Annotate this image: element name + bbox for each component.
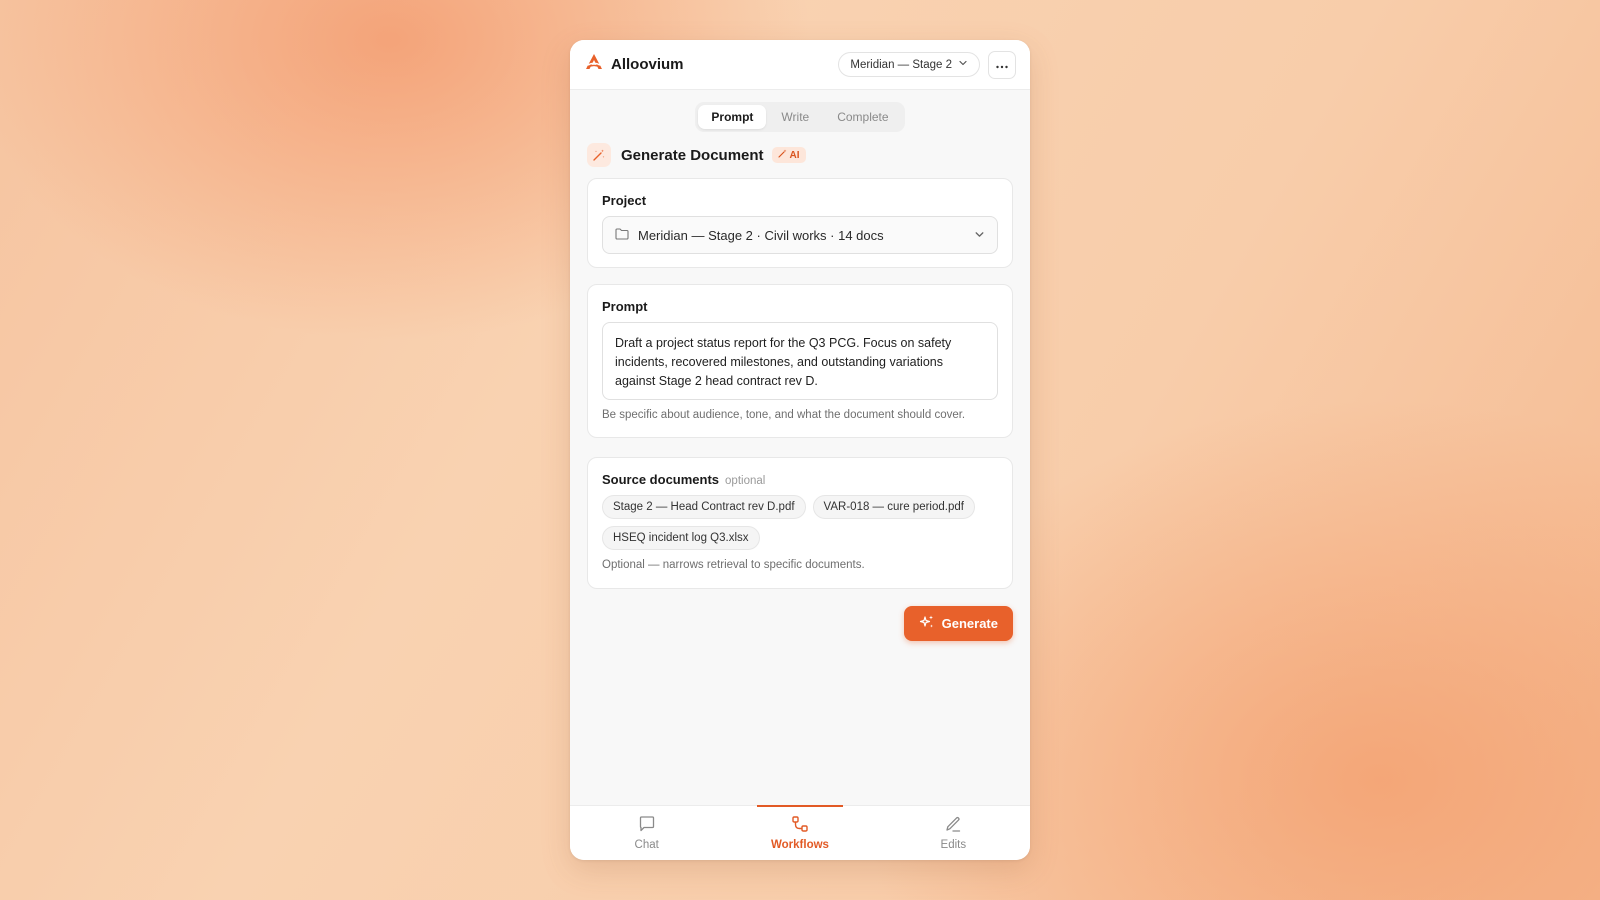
project-card: Project Meridian — Stage 2 · Civil works…	[587, 178, 1013, 268]
page-title: Generate Document	[621, 146, 764, 164]
chevron-down-icon	[974, 228, 985, 243]
nav-label-chat: Chat	[634, 839, 659, 851]
tab-complete[interactable]: Complete	[824, 105, 901, 129]
project-selector-label: Meridian — Stage 2	[850, 58, 952, 71]
source-chips: Stage 2 — Head Contract rev D.pdf VAR-01…	[602, 495, 992, 550]
ai-badge-label: AI	[789, 149, 800, 161]
project-dropdown[interactable]: Meridian — Stage 2 · Civil works · 14 do…	[602, 216, 998, 254]
folder-icon	[615, 227, 629, 243]
more-icon	[995, 56, 1009, 74]
chevron-down-icon	[958, 58, 968, 71]
prompt-textarea[interactable]: Draft a project status report for the Q3…	[602, 322, 998, 400]
optional-tag: optional	[725, 475, 766, 487]
project-dropdown-value: Meridian — Stage 2 · Civil works · 14 do…	[638, 227, 884, 243]
more-options-button[interactable]	[988, 50, 1016, 79]
sparkle-icon	[777, 149, 787, 161]
mode-tabs: Prompt Write Complete	[695, 102, 905, 132]
chat-icon	[638, 815, 656, 836]
source-chip[interactable]: HSEQ incident log Q3.xlsx	[602, 526, 760, 550]
source-documents-label-row: Source documents optional	[602, 472, 998, 487]
source-chip[interactable]: Stage 2 — Head Contract rev D.pdf	[602, 495, 806, 519]
magic-wand-icon	[587, 143, 611, 167]
tab-prompt[interactable]: Prompt	[698, 105, 767, 129]
generate-button[interactable]: Generate	[903, 606, 1013, 641]
tab-write[interactable]: Write	[768, 105, 822, 129]
prompt-hint: Be specific about audience, tone, and wh…	[602, 409, 966, 421]
workflows-icon	[791, 815, 809, 836]
source-documents-card: Source documents optional Stage 2 — Head…	[587, 457, 1013, 589]
nav-item-edits[interactable]: Edits	[877, 806, 1030, 860]
prompt-label: Prompt	[602, 299, 648, 314]
mode-tabs-wrapper: Prompt Write Complete	[570, 102, 1030, 132]
source-chip[interactable]: VAR-018 — cure period.pdf	[812, 495, 975, 519]
source-documents-label: Source documents	[602, 472, 720, 487]
pencil-icon	[944, 815, 962, 836]
prompt-card: Prompt Draft a project status report for…	[587, 284, 1013, 438]
ai-badge: AI	[771, 147, 806, 163]
generate-button-label: Generate	[941, 616, 998, 631]
nav-item-workflows[interactable]: Workflows	[723, 805, 876, 860]
project-label: Project	[602, 193, 647, 208]
nav-label-edits: Edits	[940, 839, 967, 851]
logo-icon	[584, 52, 604, 77]
project-selector[interactable]: Meridian — Stage 2	[838, 52, 980, 77]
nav-item-chat[interactable]: Chat	[570, 806, 723, 860]
sources-hint: Optional — narrows retrieval to specific…	[602, 559, 865, 571]
app-panel: Alloovium Meridian — Stage 2 Prompt Writ…	[570, 40, 1030, 860]
app-name: Alloovium	[611, 56, 684, 73]
page-title-row: Generate Document AI	[587, 143, 1013, 167]
app-header: Alloovium Meridian — Stage 2	[570, 40, 1030, 90]
sparkles-icon	[919, 614, 935, 633]
nav-label-workflows: Workflows	[771, 839, 829, 851]
brand: Alloovium	[584, 52, 838, 77]
bottom-nav: Chat Workflows Edits	[570, 805, 1030, 860]
